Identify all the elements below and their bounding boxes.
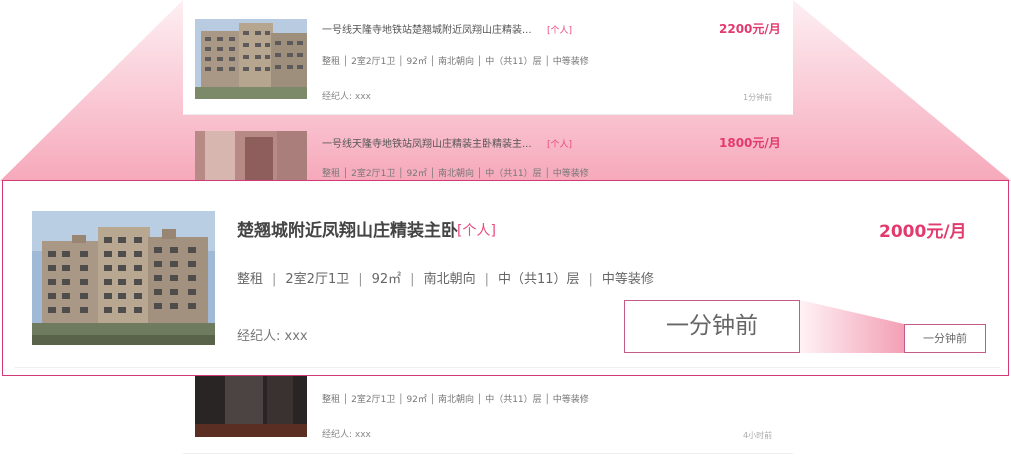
time-label: 一分钟前: [904, 324, 986, 353]
callout-connector: [800, 300, 904, 353]
zoomed-time-label: 一分钟前: [624, 300, 800, 353]
